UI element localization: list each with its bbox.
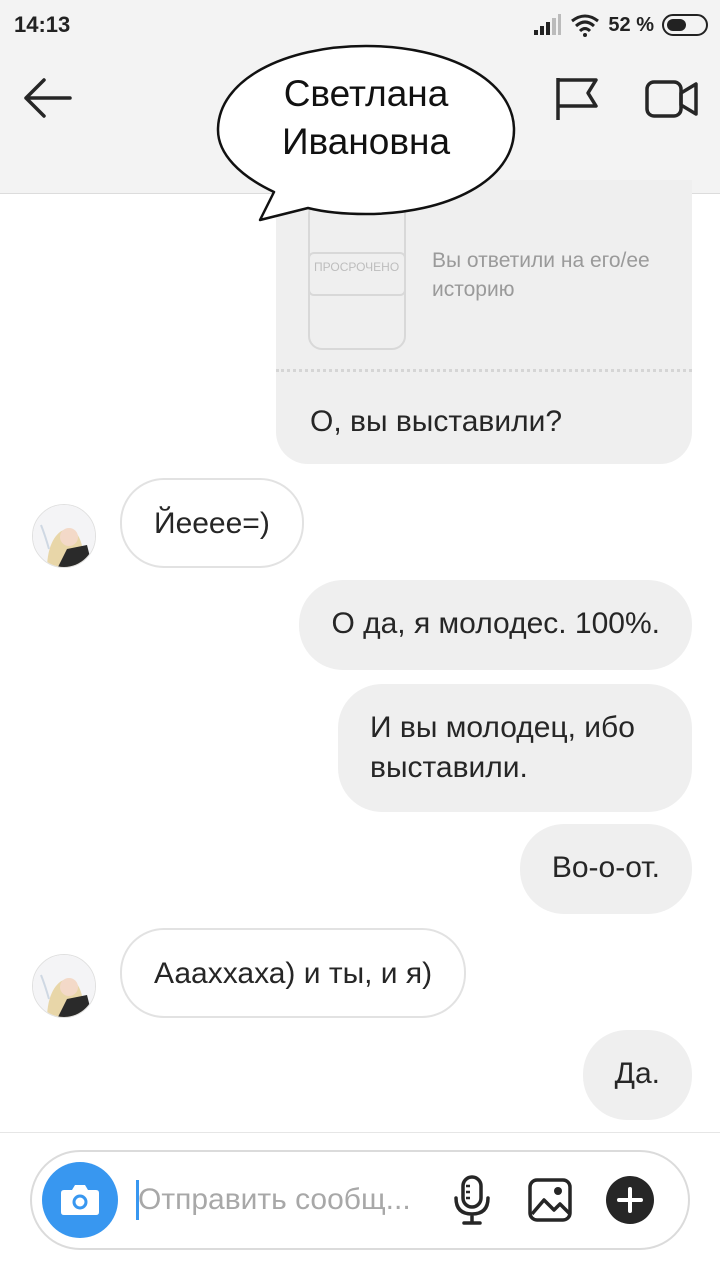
camera-icon <box>61 1185 99 1215</box>
microphone-icon <box>454 1175 490 1225</box>
voice-message-button[interactable] <box>450 1174 494 1226</box>
message-text: Йееее=) <box>154 507 270 540</box>
message-text: Во-о-от. <box>551 851 660 884</box>
contact-name-line1: Светлана <box>283 73 449 114</box>
gallery-button[interactable] <box>526 1176 574 1224</box>
battery-icon <box>662 14 708 36</box>
status-bar: 14:13 52 % <box>0 0 720 50</box>
message-text: О да, я молодес. 100%. <box>331 607 660 640</box>
contact-name: Светлана Ивановна <box>216 70 516 166</box>
message-text: Да. <box>614 1057 660 1090</box>
story-reply-note: Вы ответили на его/ее историю <box>432 249 650 301</box>
contact-name-line2: Ивановна <box>281 121 451 162</box>
flag-button[interactable] <box>552 74 602 124</box>
video-call-button[interactable] <box>644 76 700 122</box>
contact-avatar-photo <box>33 955 95 1017</box>
composer-divider <box>0 1132 720 1133</box>
story-expired-label: ПРОСРОЧЕНО <box>308 252 406 296</box>
plus-icon <box>617 1187 643 1213</box>
avatar[interactable] <box>32 954 96 1018</box>
message-text: О, вы выставили? <box>310 405 563 438</box>
camera-button[interactable] <box>42 1162 118 1238</box>
outgoing-message[interactable]: И вы молодец, ибо выставили. <box>338 684 692 812</box>
battery-percent: 52 % <box>608 13 654 36</box>
status-time: 14:13 <box>14 12 71 37</box>
wifi-icon <box>571 14 600 37</box>
divider <box>276 369 692 372</box>
status-icons: 52 % <box>532 10 708 40</box>
outgoing-message[interactable]: О да, я молодес. 100%. <box>299 580 692 670</box>
contact-avatar-photo <box>33 505 95 567</box>
message-input[interactable] <box>136 1178 436 1222</box>
avatar[interactable] <box>32 504 96 568</box>
flag-icon <box>556 78 598 120</box>
video-call-icon <box>645 80 698 118</box>
message-text: Аааххаха) и ты, и я) <box>154 957 433 990</box>
image-icon <box>528 1178 572 1222</box>
back-button[interactable] <box>20 76 76 120</box>
message-text: И вы молодец, ибо выставили. <box>370 711 635 784</box>
arrow-left-icon <box>24 78 72 118</box>
contact-name-balloon[interactable]: Светлана Ивановна <box>216 44 516 226</box>
more-options-button[interactable] <box>606 1176 654 1224</box>
battery-level <box>667 19 686 31</box>
message-composer <box>30 1150 690 1250</box>
outgoing-message[interactable]: Да. <box>582 1030 692 1120</box>
incoming-message[interactable]: Йееее=) <box>120 478 304 568</box>
incoming-message[interactable]: Аааххаха) и ты, и я) <box>120 928 467 1018</box>
outgoing-message[interactable]: Во-о-от. <box>519 824 692 914</box>
signal-icon <box>534 14 562 35</box>
